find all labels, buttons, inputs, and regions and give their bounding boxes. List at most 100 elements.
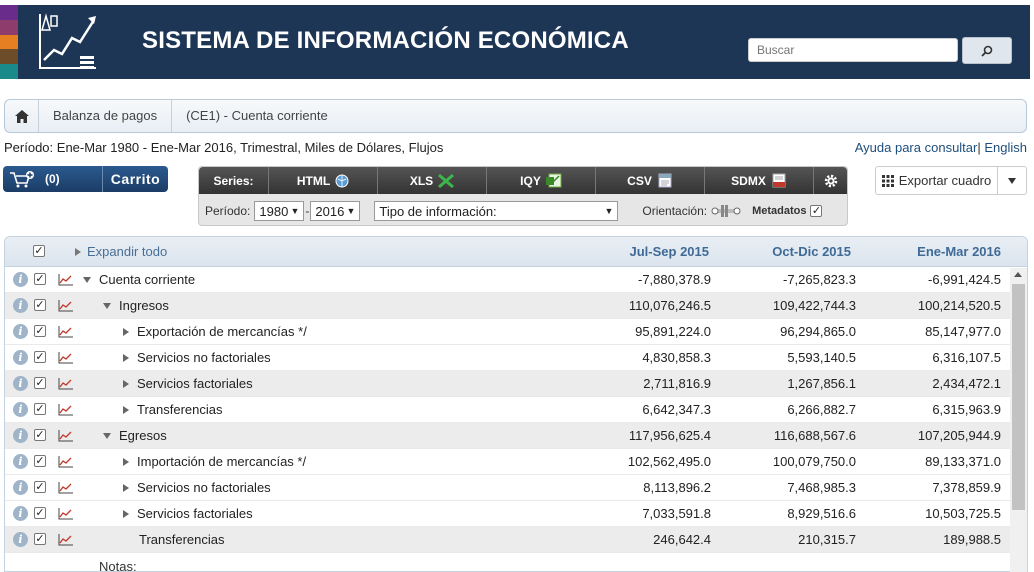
settings-button[interactable] (814, 167, 847, 194)
cart-count-area[interactable]: (0) (3, 166, 103, 192)
expand-arrow-icon[interactable] (123, 353, 129, 362)
english-link[interactable]: English (981, 140, 1027, 155)
row-checkbox[interactable]: ✓ (34, 455, 46, 467)
line-chart-icon[interactable] (58, 404, 73, 416)
line-chart-icon[interactable] (58, 534, 73, 546)
info-icon[interactable]: i (13, 428, 28, 443)
expand-arrow-icon[interactable] (123, 379, 129, 388)
column-header-oct-dic-2015[interactable]: Oct-Dic 2015 (731, 244, 851, 259)
help-link[interactable]: Ayuda para consultar (855, 140, 978, 155)
html-format-button[interactable]: HTML (269, 167, 378, 194)
info-icon[interactable]: i (13, 402, 28, 417)
cell-value: 6,315,963.9 (932, 402, 1001, 417)
row-checkbox[interactable]: ✓ (34, 507, 46, 519)
collapse-arrow-icon[interactable] (103, 302, 111, 309)
cart-widget[interactable]: (0) Carrito (3, 166, 168, 192)
row-checkbox[interactable]: ✓ (34, 533, 46, 545)
line-chart-icon[interactable] (58, 326, 73, 338)
line-chart-icon[interactable] (58, 300, 73, 312)
info-icon[interactable]: i (13, 480, 28, 495)
row-label[interactable]: Servicios factoriales (123, 376, 253, 391)
cell-value: 85,147,977.0 (925, 324, 1001, 339)
table-notes: Notas: (99, 559, 137, 572)
export-dropdown-button[interactable] (997, 166, 1027, 195)
scroll-thumb[interactable] (1012, 284, 1025, 510)
sdmx-format-button[interactable]: SDMX (705, 167, 814, 194)
info-icon[interactable]: i (13, 298, 28, 313)
cart-button[interactable]: Carrito (103, 166, 168, 192)
row-label[interactable]: Exportación de mercancías */ (123, 324, 307, 339)
metadatos-checkbox[interactable]: ✓ (810, 205, 823, 217)
export-table-button[interactable]: Exportar cuadro (875, 166, 998, 195)
info-icon[interactable]: i (13, 350, 28, 365)
xls-format-button[interactable]: XLS (378, 167, 487, 194)
sdmx-file-icon (772, 173, 786, 188)
search-button[interactable] (962, 37, 1012, 64)
cell-value: 189,988.5 (943, 532, 1001, 547)
to-year-select[interactable]: 2016 ▼ (310, 201, 361, 221)
breadcrumb-home[interactable] (5, 100, 39, 132)
year-separator: - (305, 204, 310, 218)
collapse-arrow-icon[interactable] (83, 276, 91, 283)
row-label[interactable]: Ingresos (103, 298, 169, 313)
row-label[interactable]: Transferencias (123, 402, 223, 417)
row-checkbox[interactable]: ✓ (34, 377, 46, 389)
line-chart-icon[interactable] (58, 456, 73, 468)
column-header-ene-mar-2016[interactable]: Ene-Mar 2016 (881, 244, 1001, 259)
cell-value: 96,294,865.0 (780, 324, 856, 339)
cell-value: 100,079,750.0 (772, 454, 856, 469)
orientation-slider-icon[interactable] (710, 204, 742, 218)
scroll-up-arrow-icon[interactable] (1014, 272, 1022, 277)
info-icon[interactable]: i (13, 506, 28, 521)
expand-arrow-icon[interactable] (123, 483, 129, 492)
row-label[interactable]: Servicios factoriales (123, 506, 253, 521)
table-scrollbar[interactable] (1010, 268, 1027, 572)
select-all-checkbox[interactable]: ✓ (33, 245, 45, 257)
iqy-format-button[interactable]: IQY (487, 167, 596, 194)
expand-arrow-icon[interactable] (123, 327, 129, 336)
from-year-select[interactable]: 1980 ▼ (254, 201, 305, 221)
color-stripes (0, 5, 18, 79)
tipo-info-select[interactable]: Tipo de información: ▼ (374, 201, 619, 221)
row-label[interactable]: Servicios no factoriales (123, 350, 271, 365)
row-label-text: Transferencias (137, 402, 223, 417)
csv-file-icon (658, 173, 672, 188)
line-chart-icon[interactable] (58, 352, 73, 364)
row-checkbox[interactable]: ✓ (34, 351, 46, 363)
row-checkbox[interactable]: ✓ (34, 429, 46, 441)
chevron-down-icon: ▼ (604, 206, 614, 216)
expand-arrow-icon[interactable] (123, 509, 129, 518)
row-checkbox[interactable]: ✓ (34, 403, 46, 415)
info-icon[interactable]: i (13, 454, 28, 469)
row-label[interactable]: Importación de mercancías */ (123, 454, 306, 469)
search-icon (981, 45, 993, 57)
info-icon[interactable]: i (13, 324, 28, 339)
breadcrumb-item-balanza[interactable]: Balanza de pagos (39, 100, 173, 132)
info-icon[interactable]: i (13, 272, 28, 287)
line-chart-icon[interactable] (58, 508, 73, 520)
row-checkbox[interactable]: ✓ (34, 273, 46, 285)
info-icon[interactable]: i (13, 532, 28, 547)
line-chart-icon[interactable] (58, 378, 73, 390)
line-chart-icon[interactable] (58, 274, 73, 286)
orientation-control[interactable]: Orientación: (642, 204, 742, 218)
row-checkbox[interactable]: ✓ (34, 299, 46, 311)
cell-value: 7,468,985.3 (787, 480, 856, 495)
row-checkbox[interactable]: ✓ (34, 481, 46, 493)
cell-value: 89,133,371.0 (925, 454, 1001, 469)
row-label[interactable]: Egresos (103, 428, 167, 443)
search-input[interactable] (748, 38, 958, 62)
csv-format-button[interactable]: CSV (596, 167, 705, 194)
column-header-jul-sep-2015[interactable]: Jul-Sep 2015 (589, 244, 710, 259)
line-chart-icon[interactable] (58, 430, 73, 442)
row-label[interactable]: Cuenta corriente (83, 272, 195, 287)
expand-arrow-icon[interactable] (123, 457, 129, 466)
expand-all-button[interactable]: Expandir todo (75, 244, 167, 259)
info-icon[interactable]: i (13, 376, 28, 391)
collapse-arrow-icon[interactable] (103, 432, 111, 439)
expand-arrow-icon[interactable] (123, 405, 129, 414)
cell-value: 7,033,591.8 (642, 506, 711, 521)
row-checkbox[interactable]: ✓ (34, 325, 46, 337)
row-label[interactable]: Servicios no factoriales (123, 480, 271, 495)
line-chart-icon[interactable] (58, 482, 73, 494)
